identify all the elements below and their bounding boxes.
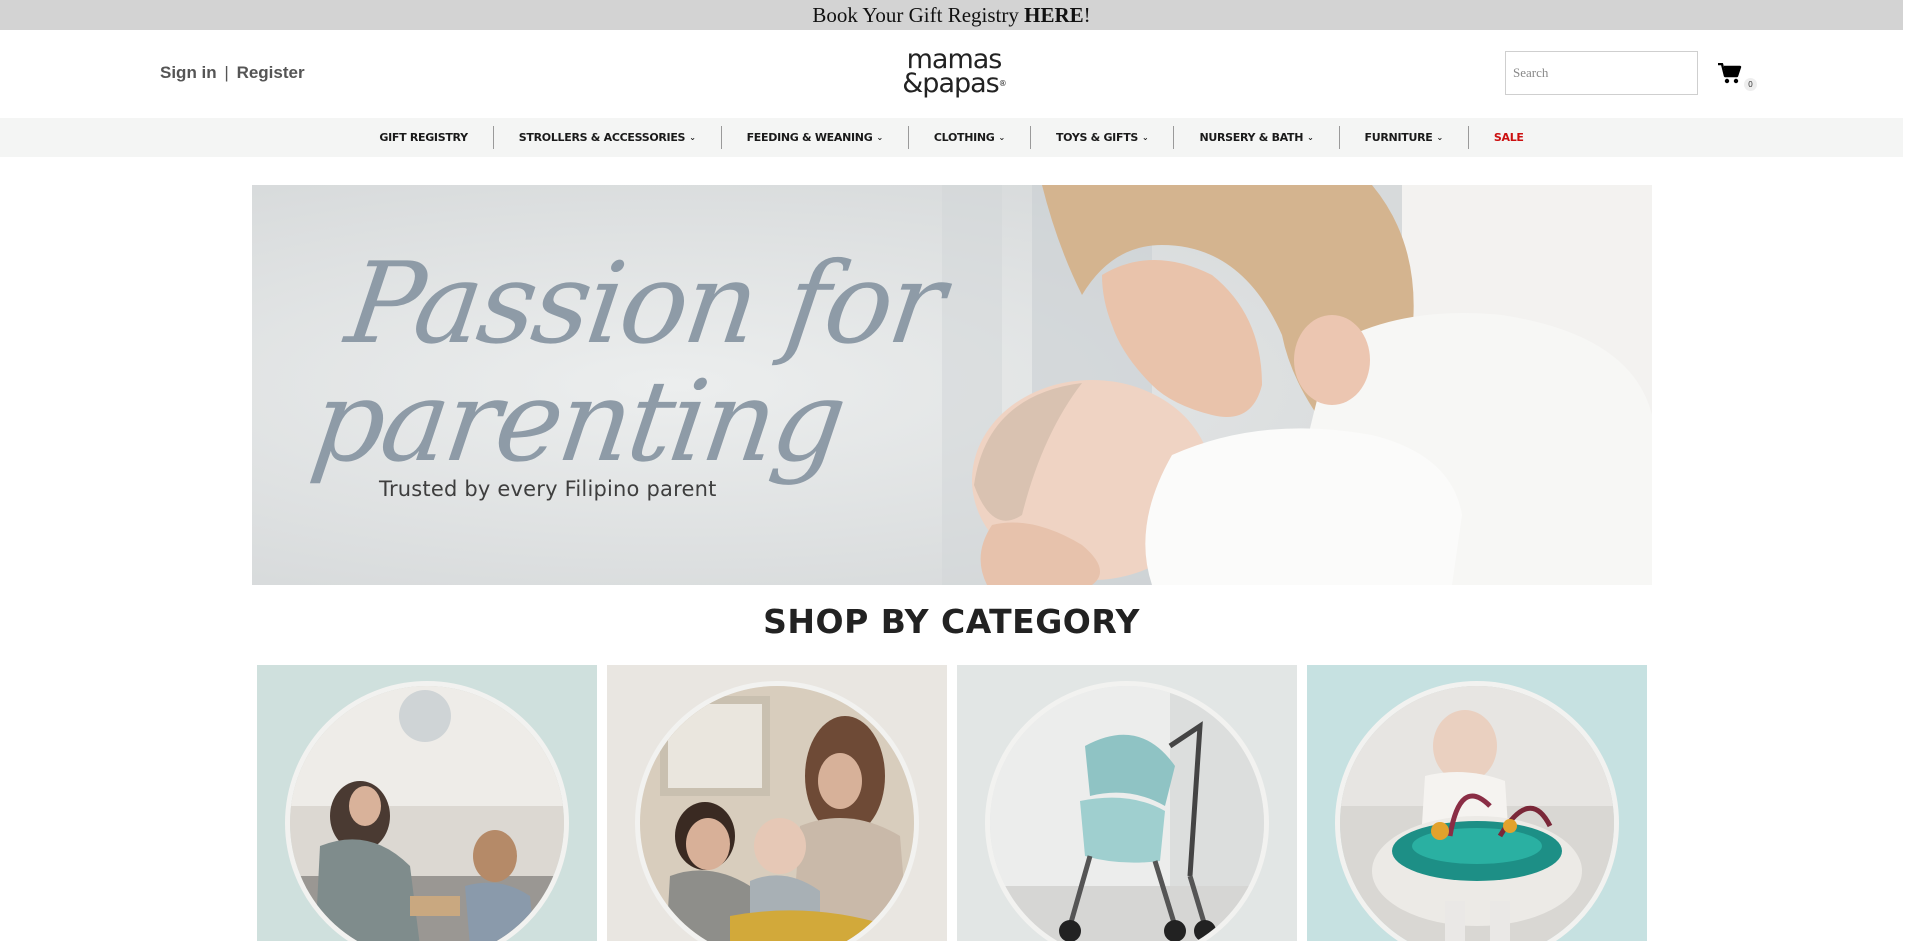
chevron-down-icon: ⌄ — [998, 133, 1006, 142]
nav-label: SALE — [1493, 131, 1524, 144]
category-card-strollers[interactable] — [957, 665, 1297, 941]
category-card-family[interactable] — [257, 665, 597, 941]
cart-button[interactable]: 0 — [1718, 63, 1758, 93]
nav-nursery-bath[interactable]: NURSERY & BATH ⌄ — [1174, 126, 1340, 149]
cart-count-badge: 0 — [1744, 78, 1757, 91]
sign-in-link[interactable]: Sign in — [160, 63, 217, 82]
nav-label: FURNITURE — [1364, 131, 1433, 144]
nav-label: FEEDING & WEANING — [746, 131, 873, 144]
site-logo[interactable]: mamas &papas® — [892, 46, 1016, 97]
chevron-down-icon: ⌄ — [1436, 133, 1443, 142]
nav-toys-gifts[interactable]: TOYS & GIFTS ⌄ — [1031, 126, 1175, 149]
account-separator: | — [224, 63, 229, 82]
search-input[interactable] — [1505, 51, 1698, 95]
hero-banner[interactable]: Passion for parenting Trusted by every F… — [252, 185, 1652, 585]
nav-label: NURSERY & BATH — [1199, 131, 1304, 144]
hero-headline-line-2: parenting — [304, 357, 851, 487]
logo-line-2: &papas® — [892, 70, 1016, 97]
hero-headline: Passion for parenting — [305, 239, 950, 487]
chevron-down-icon: ⌄ — [1142, 133, 1149, 142]
category-card-mother-children[interactable] — [607, 665, 947, 941]
shopping-cart-icon — [1718, 63, 1742, 84]
nav-label: TOYS & GIFTS — [1055, 131, 1139, 144]
nav-clothing[interactable]: CLOTHING ⌄ — [909, 126, 1031, 149]
site-header: Sign in | Register mamas &papas® 0 — [0, 30, 1903, 118]
register-link[interactable]: Register — [237, 63, 305, 82]
main-nav: GIFT REGISTRY STROLLERS & ACCESSORIES ⌄ F… — [0, 118, 1903, 157]
logo-registered-mark: ® — [998, 79, 1007, 88]
chevron-down-icon: ⌄ — [876, 133, 883, 142]
category-image-mother-children — [635, 681, 919, 941]
category-cards — [257, 665, 1647, 941]
nav-furniture[interactable]: FURNITURE ⌄ — [1340, 126, 1469, 149]
promo-bar: Book Your Gift Registry HERE! — [0, 0, 1903, 30]
nav-gift-registry[interactable]: GIFT REGISTRY — [354, 126, 494, 149]
category-card-baby-seat[interactable] — [1307, 665, 1647, 941]
promo-link[interactable]: HERE — [1024, 3, 1084, 27]
nav-strollers-accessories[interactable]: STROLLERS & ACCESSORIES ⌄ — [494, 126, 722, 149]
hero-subtitle: Trusted by every Filipino parent — [379, 477, 717, 501]
nav-feeding-weaning[interactable]: FEEDING & WEANING ⌄ — [722, 126, 909, 149]
nav-label: CLOTHING — [933, 131, 995, 144]
hero-headline-line-1: Passion for — [339, 239, 950, 369]
account-links: Sign in | Register — [160, 63, 305, 83]
nav-label: GIFT REGISTRY — [379, 131, 468, 144]
category-image-strollers — [985, 681, 1269, 941]
category-image-family — [285, 681, 569, 941]
shop-by-category-title: SHOP BY CATEGORY — [763, 602, 1140, 641]
promo-text: Book Your Gift Registry — [812, 3, 1025, 27]
chevron-down-icon: ⌄ — [689, 133, 696, 142]
nav-label: STROLLERS & ACCESSORIES — [518, 131, 686, 144]
category-image-baby-seat — [1335, 681, 1619, 941]
chevron-down-icon: ⌄ — [1307, 133, 1314, 142]
promo-suffix: ! — [1083, 3, 1091, 27]
logo-line-2-text: &papas — [902, 68, 999, 99]
nav-sale[interactable]: SALE — [1469, 126, 1549, 149]
